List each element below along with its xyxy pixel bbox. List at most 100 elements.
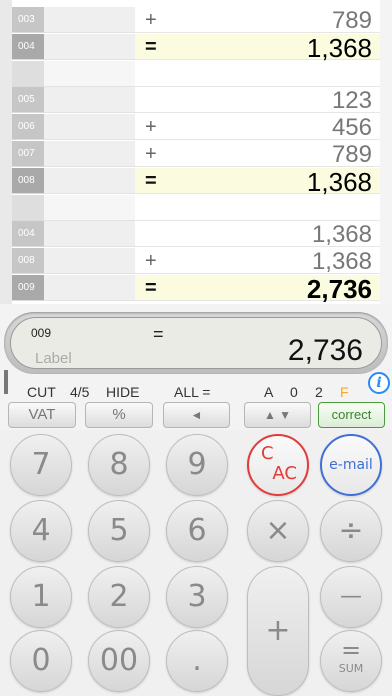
mode-f[interactable]: F: [340, 384, 349, 400]
tape-value: 456: [331, 114, 372, 142]
tape-row[interactable]: 004 = 1,368: [12, 33, 380, 62]
key-3[interactable]: 3: [166, 566, 228, 628]
tape-entry: 1,368: [135, 221, 380, 249]
tape-label-cell[interactable]: [44, 221, 135, 248]
key-9[interactable]: 9: [166, 434, 228, 496]
tape-operator: +: [145, 250, 157, 273]
tape-line-number: 007: [12, 141, 44, 167]
tape-label-cell[interactable]: [44, 248, 135, 275]
scroll-up-down-button[interactable]: ▲ ▼: [244, 402, 311, 428]
tape-label-cell[interactable]: [44, 194, 135, 221]
label-input[interactable]: Label: [35, 350, 72, 367]
tape-label-cell[interactable]: [44, 114, 135, 141]
email-button[interactable]: e-mail: [320, 434, 382, 496]
tape-label-cell[interactable]: [44, 141, 135, 167]
tape-line-number: 003: [12, 7, 44, 33]
equals-label: =: [340, 636, 362, 664]
key-8[interactable]: 8: [88, 434, 150, 496]
tape-line-number: 008: [12, 248, 44, 275]
tape-entry: 123: [135, 87, 380, 115]
minus-button[interactable]: —: [320, 566, 382, 628]
tape-entry: [135, 195, 380, 221]
backspace-button[interactable]: ◄: [163, 402, 230, 428]
percent-button[interactable]: %: [85, 402, 153, 428]
key-7[interactable]: 7: [10, 434, 72, 496]
multiply-button[interactable]: ×: [247, 500, 309, 562]
key-6[interactable]: 6: [166, 500, 228, 562]
equals-sum-button[interactable]: = SUM: [320, 630, 382, 692]
tape-operator: =: [145, 277, 157, 299]
info-icon[interactable]: i: [368, 372, 390, 394]
tape-line-number: 009: [12, 275, 44, 301]
key-0[interactable]: 0: [10, 630, 72, 692]
tape-operator: =: [145, 35, 157, 58]
mode-a[interactable]: A: [264, 384, 273, 400]
vat-button[interactable]: VAT: [8, 402, 76, 428]
tape-line-number: 004: [12, 221, 44, 248]
drag-handle[interactable]: [4, 370, 8, 394]
tape-label-cell[interactable]: [44, 167, 135, 194]
tape-value: 1,368: [311, 248, 372, 276]
tape-value: 789: [331, 7, 372, 34]
key-4[interactable]: 4: [10, 500, 72, 562]
tape-row[interactable]: 007 +789: [12, 141, 380, 168]
display-panel: 009 = Label 2,736: [10, 317, 382, 369]
tape-label-cell[interactable]: [44, 33, 135, 60]
all-clear-label: AC: [272, 463, 297, 484]
tape-row[interactable]: 004 1,368: [12, 221, 380, 249]
tape-row[interactable]: 009 = 2,736: [12, 274, 380, 304]
decimal-point-button[interactable]: .: [166, 630, 228, 692]
mode-0[interactable]: 0: [290, 384, 298, 400]
key-00[interactable]: 00: [88, 630, 150, 692]
tape-label-cell[interactable]: [44, 60, 135, 87]
key-5[interactable]: 5: [88, 500, 150, 562]
tape-value: 2,736: [306, 274, 372, 304]
tape-operator: +: [145, 143, 157, 165]
tape-entry: = 1,368: [135, 166, 380, 197]
tape-entry: = 2,736: [135, 274, 380, 304]
tape-entry: +456: [135, 114, 380, 142]
tape-row[interactable]: 008 +1,368: [12, 248, 380, 276]
tape-operator: +: [145, 116, 157, 139]
sum-label: SUM: [338, 662, 364, 675]
tape-line-number: [12, 60, 44, 87]
tape-value: 123: [331, 87, 372, 115]
tape-line-number: 004: [12, 33, 44, 60]
display-line-number: 009: [31, 326, 52, 340]
hide-toggle[interactable]: HIDE: [106, 384, 139, 400]
cut-toggle[interactable]: CUT: [27, 384, 56, 400]
plus-button[interactable]: +: [247, 566, 309, 696]
tape-value: 789: [331, 141, 372, 168]
mode-2[interactable]: 2: [315, 384, 323, 400]
tape-entry: +789: [135, 7, 380, 34]
tape-row[interactable]: [12, 60, 380, 87]
correct-button[interactable]: correct: [318, 402, 385, 428]
tape-label-cell[interactable]: [44, 7, 135, 33]
tape-value: 1,368: [311, 221, 372, 249]
tape-row[interactable]: 005 123: [12, 87, 380, 115]
divide-button[interactable]: ÷: [320, 500, 382, 562]
tape-row[interactable]: 006 +456: [12, 114, 380, 142]
tape-row[interactable]: 003 +789: [12, 7, 380, 34]
tape-line-number: 008: [12, 167, 44, 194]
tape-line-number: 005: [12, 87, 44, 114]
tape-value: 1,368: [306, 166, 372, 197]
tape-label-cell[interactable]: [44, 275, 135, 301]
tape-operator: +: [145, 9, 157, 31]
tape-right-gutter: [380, 0, 392, 304]
tape-row[interactable]: [12, 194, 380, 221]
tape-row[interactable]: 008 = 1,368: [12, 166, 380, 197]
key-2[interactable]: 2: [88, 566, 150, 628]
tape-entry: +1,368: [135, 248, 380, 276]
clear-button[interactable]: C AC: [247, 434, 309, 496]
tape-line-number: 006: [12, 114, 44, 141]
tape-entry: = 1,368: [135, 33, 380, 62]
tape-gutter: [0, 0, 12, 304]
all-equals-toggle[interactable]: ALL =: [174, 384, 210, 400]
tape-list[interactable]: 003 +789 004 = 1,368 005 123 006 +456 007 +789 008 =…: [0, 0, 392, 304]
key-1[interactable]: 1: [10, 566, 72, 628]
tape-label-cell[interactable]: [44, 87, 135, 114]
clear-label: C: [261, 443, 274, 464]
rounding-toggle[interactable]: 4/5: [70, 384, 89, 400]
keypad: 7 8 9 C AC e-mail 4 5 6 × ÷ 1 2 3 + — 0 …: [0, 430, 392, 696]
